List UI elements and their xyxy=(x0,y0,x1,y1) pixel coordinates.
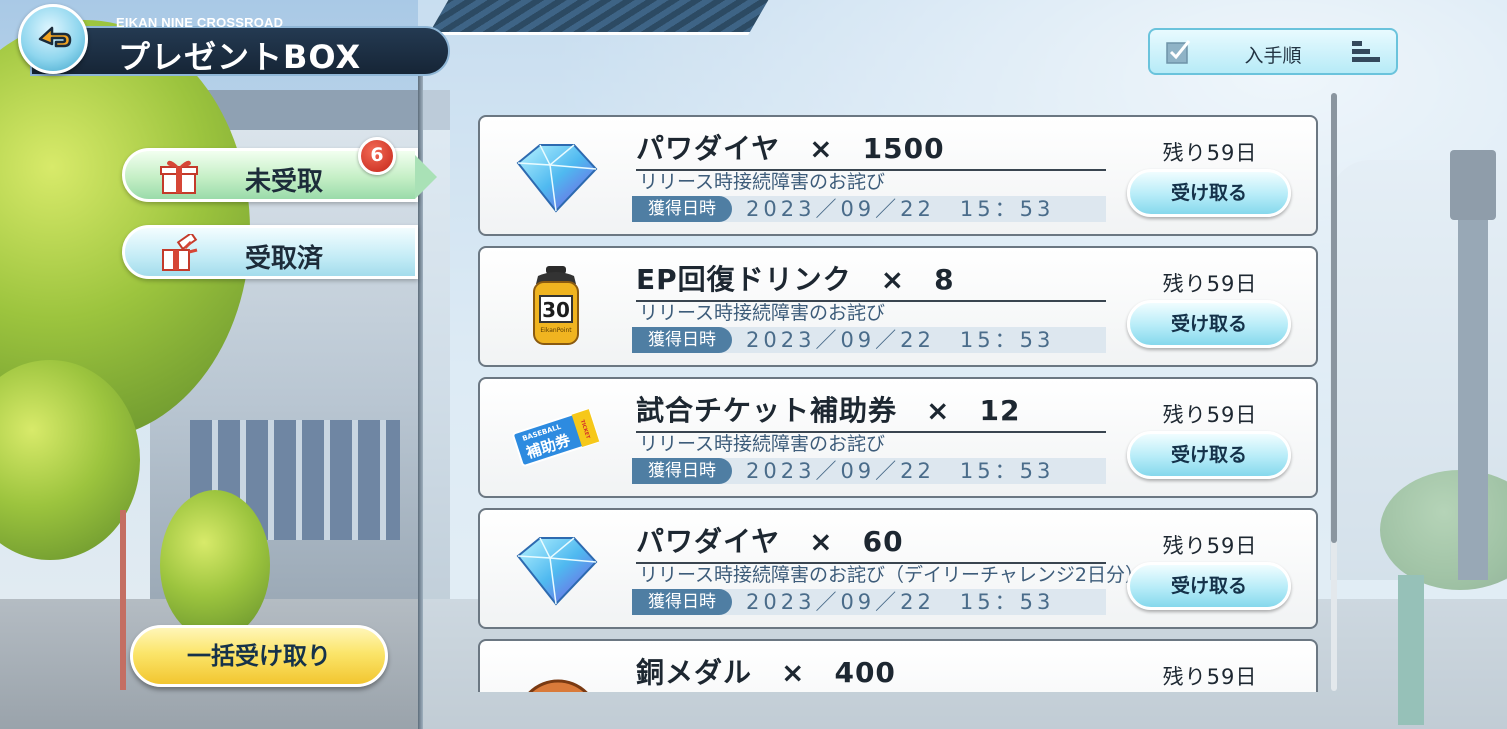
page-title: プレゼントBOX xyxy=(118,38,362,76)
diamond-icon xyxy=(516,144,598,213)
present-list: パワダイヤ × 1500 リリース時接続障害のお詫び 獲得日時 2023／09／… xyxy=(478,112,1320,692)
present-item: パワダイヤ × 1500 リリース時接続障害のお詫び 獲得日時 2023／09／… xyxy=(478,115,1318,236)
item-name: パワダイヤ × 60 xyxy=(636,520,1106,564)
remaining-days: 残り59日 xyxy=(1162,141,1258,165)
acquired-date-label: 獲得日時 xyxy=(632,196,732,222)
list-scrollbar[interactable] xyxy=(1331,93,1337,691)
present-item: BASEBALL 補助券 TICKET 試合チケット補助券 × 12 リリース時… xyxy=(478,377,1318,498)
receive-button[interactable]: 受け取る xyxy=(1127,300,1291,348)
receive-button[interactable]: 受け取る xyxy=(1127,431,1291,479)
remaining-days: 残り59日 xyxy=(1162,534,1258,558)
acquired-date-label: 獲得日時 xyxy=(632,589,732,615)
bronze-medal-icon xyxy=(528,679,588,692)
item-description: リリース時接続障害のお詫び（デイリーチャレンジ2日分） xyxy=(639,564,1144,586)
tab-received[interactable]: 受取済 xyxy=(122,225,418,279)
item-name: パワダイヤ × 1500 xyxy=(636,127,1106,171)
item-description: リリース時接続障害のお詫び xyxy=(639,433,886,455)
scrollbar-thumb[interactable] xyxy=(1331,93,1337,543)
acquired-date-value: 2023／09／22 15：53 xyxy=(746,459,1055,483)
drink-bottle-icon: 30 EikanPoint xyxy=(533,266,579,345)
opened-gift-icon xyxy=(162,234,198,271)
receive-all-button[interactable]: 一括受け取り xyxy=(130,625,388,687)
tab-label: 受取済 xyxy=(245,244,324,274)
sort-order-control[interactable]: 入手順 xyxy=(1148,28,1398,75)
remaining-days: 残り59日 xyxy=(1162,272,1258,296)
receive-button[interactable]: 受け取る xyxy=(1127,169,1291,217)
acquired-date-value: 2023／09／22 15：53 xyxy=(746,328,1055,352)
acquired-date-value: 2023／09／22 15：53 xyxy=(746,197,1055,221)
acquired-date-label: 獲得日時 xyxy=(632,458,732,484)
item-description: リリース時接続障害のお詫び xyxy=(639,302,886,324)
present-item: 30 EikanPoint EP回復ドリンク × 8 リリース時接続障害のお詫び… xyxy=(478,246,1318,367)
bottle-caption: EikanPoint xyxy=(540,327,572,334)
item-name: 銅メダル × 400 xyxy=(636,651,1106,692)
item-name: 試合チケット補助券 × 12 xyxy=(636,389,1106,433)
gift-icon xyxy=(160,160,198,194)
acquired-date-row: 獲得日時 2023／09／22 15：53 xyxy=(632,327,1106,353)
game-subtitle: EIKAN NINE CROSSROAD xyxy=(116,15,284,30)
acquired-date-label: 獲得日時 xyxy=(632,327,732,353)
acquired-date-row: 獲得日時 2023／09／22 15：53 xyxy=(632,458,1106,484)
receive-button[interactable]: 受け取る xyxy=(1127,562,1291,610)
back-arrow-icon xyxy=(38,26,72,48)
unreceived-count-badge: 6 xyxy=(358,137,396,175)
diamond-icon xyxy=(516,537,598,606)
remaining-days: 残り59日 xyxy=(1162,665,1258,689)
item-name: EP回復ドリンク × 8 xyxy=(636,258,1106,302)
present-item: パワダイヤ × 60 リリース時接続障害のお詫び（デイリーチャレンジ2日分） 獲… xyxy=(478,508,1318,629)
acquired-date-row: 獲得日時 2023／09／22 15：53 xyxy=(632,196,1106,222)
sort-order-icon xyxy=(1352,41,1380,62)
ticket-icon: BASEBALL 補助券 TICKET xyxy=(512,408,600,467)
back-button[interactable] xyxy=(18,4,88,74)
bottle-number: 30 xyxy=(542,298,570,322)
item-description: リリース時接続障害のお詫び xyxy=(639,171,886,193)
present-item: 銅メダル × 400 残り59日 xyxy=(478,639,1318,692)
acquired-date-value: 2023／09／22 15：53 xyxy=(746,590,1055,614)
remaining-days: 残り59日 xyxy=(1162,403,1258,427)
acquired-date-row: 獲得日時 2023／09／22 15：53 xyxy=(632,589,1106,615)
tab-label: 未受取 xyxy=(245,167,324,197)
